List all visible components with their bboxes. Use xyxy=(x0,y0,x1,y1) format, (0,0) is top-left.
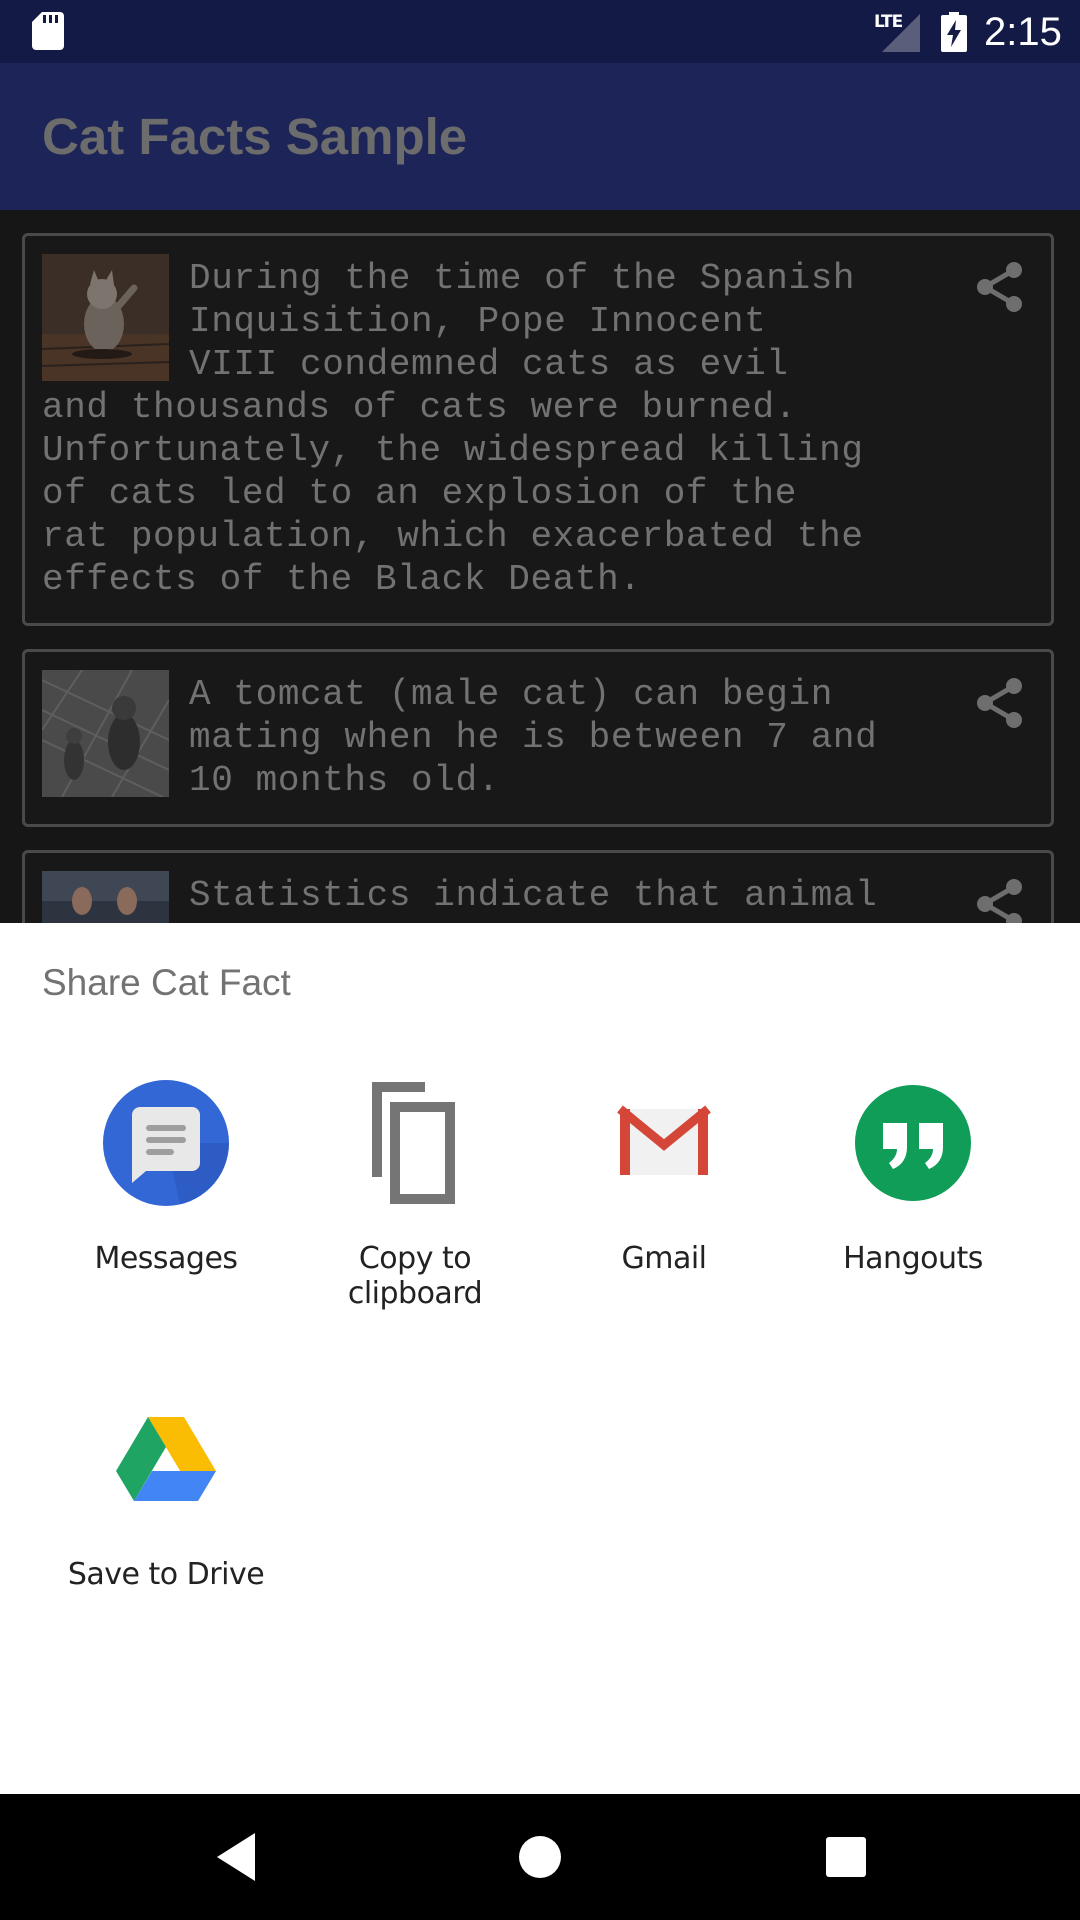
share-target-messages[interactable]: Messages xyxy=(41,1079,291,1276)
clock: 2:15 xyxy=(984,10,1062,54)
home-icon[interactable] xyxy=(510,1827,570,1887)
share-target-label: Hangouts xyxy=(843,1241,983,1276)
fact-text: During the time of the Spanish Inquisiti… xyxy=(42,258,864,600)
fact-card[interactable]: During the time of the Spanish Inquisiti… xyxy=(22,233,1054,626)
fact-text: A tomcat (male cat) can begin mating whe… xyxy=(189,674,878,801)
gmail-icon xyxy=(617,1105,711,1175)
share-icon[interactable] xyxy=(973,260,1027,314)
share-target-gmail[interactable]: Gmail xyxy=(539,1079,789,1276)
messages-icon xyxy=(103,1080,229,1206)
drive-icon xyxy=(116,1417,216,1501)
status-bar: LTE 2:15 xyxy=(0,0,1080,63)
share-icon[interactable] xyxy=(973,676,1027,730)
battery-charging-icon xyxy=(941,12,967,52)
share-sheet-title: Share Cat Fact xyxy=(42,962,291,1003)
share-target-label: Copy to clipboard xyxy=(347,1241,483,1311)
share-target-hangouts[interactable]: Hangouts xyxy=(788,1079,1038,1276)
recents-icon[interactable] xyxy=(818,1827,878,1887)
share-target-label: Gmail xyxy=(621,1241,707,1276)
share-target-label: Save to Drive xyxy=(67,1557,265,1592)
app-title: Cat Facts Sample xyxy=(42,108,468,165)
navigation-bar xyxy=(0,1794,1080,1920)
share-target-drive[interactable]: Save to Drive xyxy=(41,1395,291,1592)
fact-card[interactable]: A tomcat (male cat) can begin mating whe… xyxy=(22,649,1054,827)
app-bar: Cat Facts Sample xyxy=(0,63,1080,210)
fact-text: Statistics indicate that animal xyxy=(189,875,878,916)
hangouts-icon xyxy=(855,1085,971,1201)
share-target-label: Messages xyxy=(94,1241,238,1276)
share-target-copy[interactable]: Copy to clipboard xyxy=(290,1079,540,1311)
back-icon[interactable] xyxy=(213,1827,259,1887)
cat-thumbnail xyxy=(42,254,169,381)
cat-thumbnail xyxy=(42,670,169,797)
signal-icon xyxy=(882,14,920,52)
share-sheet: Share Cat Fact Messages Copy to clipboar… xyxy=(0,923,1080,1794)
copy-icon xyxy=(372,1082,455,1204)
sd-card-icon xyxy=(32,12,64,50)
